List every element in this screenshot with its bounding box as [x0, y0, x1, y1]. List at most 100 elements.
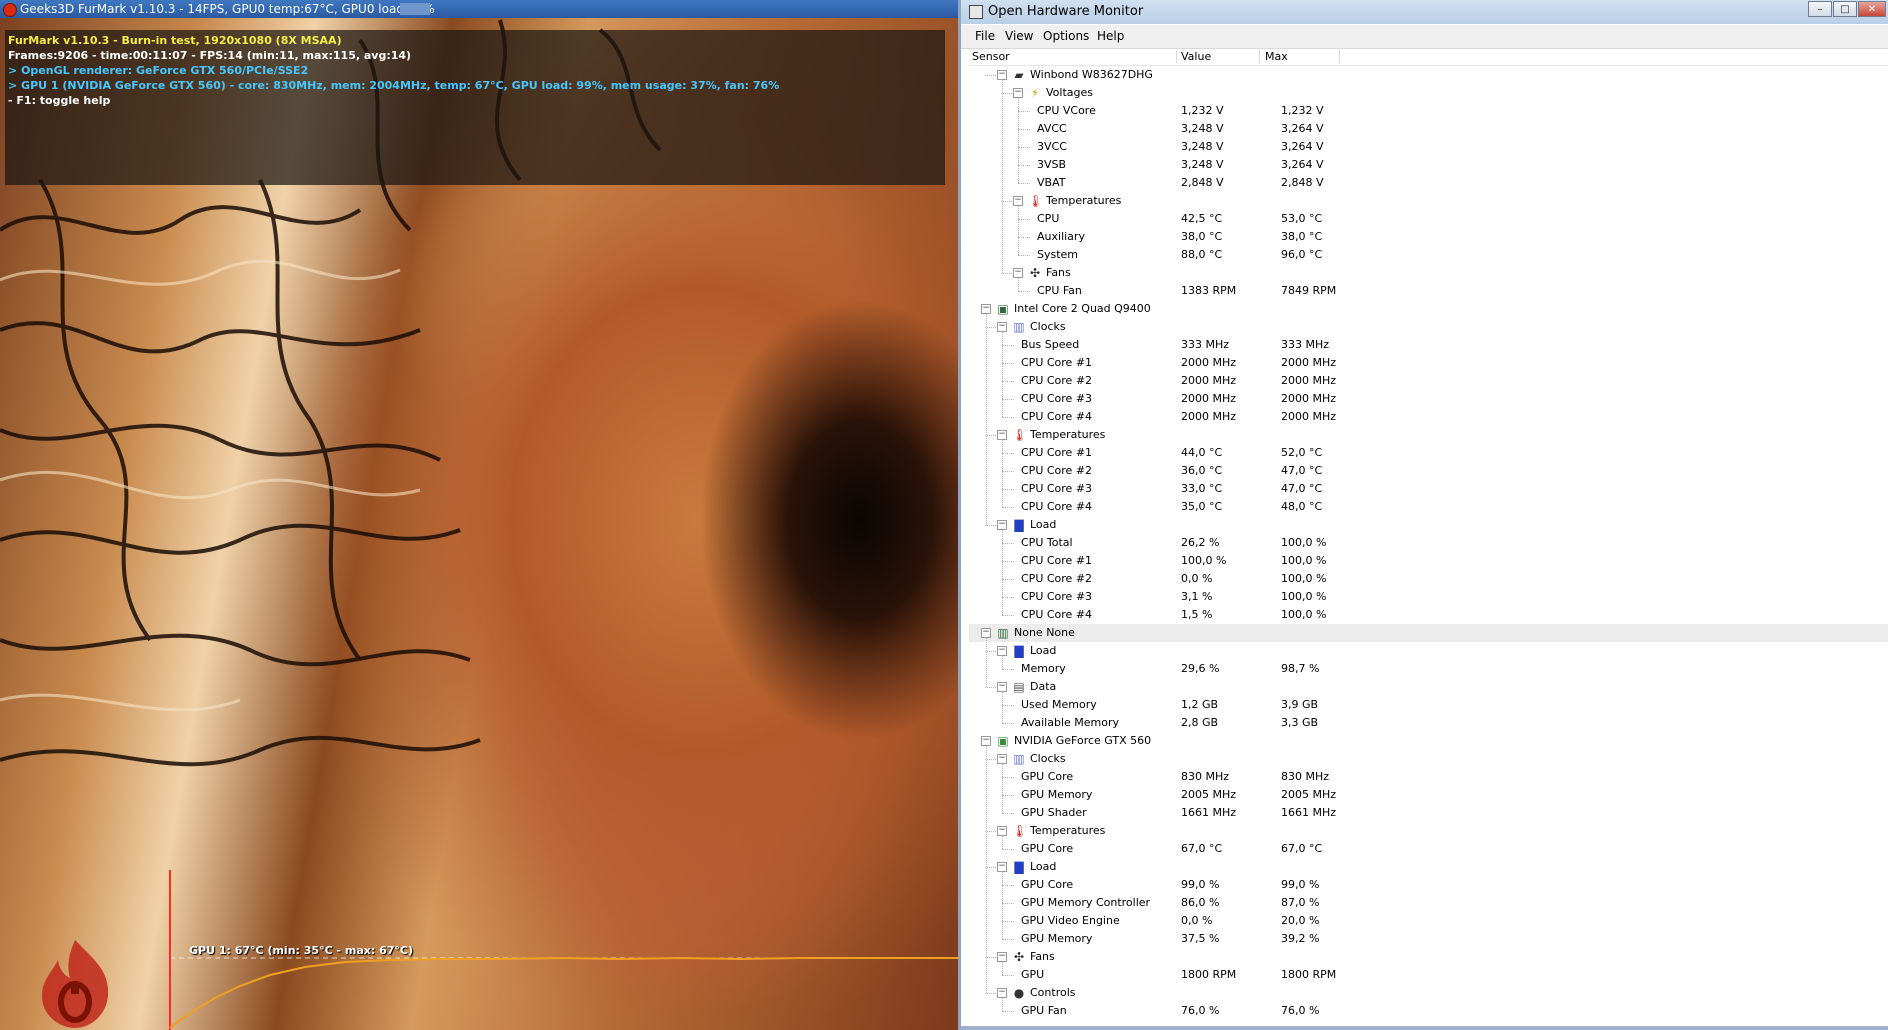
menu-options[interactable]: Options: [1043, 25, 1089, 48]
sensor-row[interactable]: CPU Core #4 2000 MHz 2000 MHz: [969, 408, 1888, 426]
thermometer-icon: 🌡: [1012, 824, 1028, 838]
sensor-row[interactable]: GPU Memory 2005 MHz 2005 MHz: [969, 786, 1888, 804]
collapse-toggle-icon[interactable]: −: [997, 322, 1007, 332]
sensor-row[interactable]: CPU Core #3 33,0 °C 47,0 °C: [969, 480, 1888, 498]
sensor-row[interactable]: GPU Core 830 MHz 830 MHz: [969, 768, 1888, 786]
sensor-max: 20,0 %: [1281, 914, 1320, 927]
sensor-label: Auxiliary: [1037, 230, 1085, 243]
menu-file[interactable]: File: [975, 25, 995, 48]
collapse-toggle-icon[interactable]: −: [997, 826, 1007, 836]
hardware-node[interactable]: − ▣ Intel Core 2 Quad Q9400: [969, 300, 1888, 318]
hardware-node[interactable]: − ▥ None None: [969, 624, 1888, 642]
sensor-row[interactable]: Memory 29,6 % 98,7 %: [969, 660, 1888, 678]
sensor-row[interactable]: GPU Video Engine 0,0 % 20,0 %: [969, 912, 1888, 930]
tree-guide: [1002, 692, 1003, 723]
ohm-window[interactable]: Open Hardware Monitor – □ ✕ File View Op…: [958, 0, 1888, 1030]
collapse-toggle-icon[interactable]: −: [997, 988, 1007, 998]
sensor-group-node[interactable]: − ✣ Fans: [969, 264, 1888, 282]
sensor-row[interactable]: AVCC 3,248 V 3,264 V: [969, 120, 1888, 138]
furmark-window[interactable]: Geeks3D FurMark v1.10.3 - 14FPS, GPU0 te…: [0, 0, 958, 1030]
sensor-row[interactable]: Used Memory 1,2 GB 3,9 GB: [969, 696, 1888, 714]
ram-icon: ▥: [997, 626, 1009, 640]
column-header-max[interactable]: Max: [1265, 48, 1288, 65]
sensor-group-node[interactable]: − 🌡 Temperatures: [969, 426, 1888, 444]
sensor-max: 2000 MHz: [1281, 374, 1337, 387]
collapse-toggle-icon[interactable]: −: [997, 70, 1007, 80]
sensor-row[interactable]: CPU Core #3 2000 MHz 2000 MHz: [969, 390, 1888, 408]
sensor-row[interactable]: CPU Core #2 2000 MHz 2000 MHz: [969, 372, 1888, 390]
collapse-toggle-icon[interactable]: −: [981, 304, 991, 314]
sensor-row[interactable]: 3VSB 3,248 V 3,264 V: [969, 156, 1888, 174]
collapse-toggle-icon[interactable]: −: [997, 430, 1007, 440]
sensor-row[interactable]: CPU Core #2 36,0 °C 47,0 °C: [969, 462, 1888, 480]
collapse-toggle-icon[interactable]: −: [997, 646, 1007, 656]
window-bottom-border: [961, 1026, 1888, 1030]
sensor-row[interactable]: System 88,0 °C 96,0 °C: [969, 246, 1888, 264]
sensor-row[interactable]: GPU Memory Controller 86,0 % 87,0 %: [969, 894, 1888, 912]
column-separator[interactable]: [1176, 50, 1177, 63]
sensor-row[interactable]: Auxiliary 38,0 °C 38,0 °C: [969, 228, 1888, 246]
sensor-row[interactable]: GPU Core 67,0 °C 67,0 °C: [969, 840, 1888, 858]
collapse-toggle-icon[interactable]: −: [981, 736, 991, 746]
sensor-value: 3,1 %: [1181, 590, 1213, 603]
sensor-row[interactable]: Bus Speed 333 MHz 333 MHz: [969, 336, 1888, 354]
sensor-row[interactable]: CPU Total 26,2 % 100,0 %: [969, 534, 1888, 552]
menu-view[interactable]: View: [1005, 25, 1033, 48]
collapse-toggle-icon[interactable]: −: [1013, 268, 1023, 278]
sensor-row[interactable]: CPU Core #3 3,1 % 100,0 %: [969, 588, 1888, 606]
sensor-group-node[interactable]: − ▤ Data: [969, 678, 1888, 696]
sensor-value: 1800 RPM: [1181, 968, 1237, 981]
maximize-button[interactable]: □: [1833, 1, 1857, 17]
menu-help[interactable]: Help: [1097, 25, 1124, 48]
collapse-toggle-icon[interactable]: −: [1013, 88, 1023, 98]
sensor-group-node[interactable]: − ▥ Clocks: [969, 318, 1888, 336]
sensor-label: None None: [1014, 626, 1075, 639]
sensor-row[interactable]: VBAT 2,848 V 2,848 V: [969, 174, 1888, 192]
sensor-row[interactable]: CPU Core #2 0,0 % 100,0 %: [969, 570, 1888, 588]
sensor-group-node[interactable]: − 🌡 Temperatures: [969, 822, 1888, 840]
sensor-row[interactable]: CPU Core #4 35,0 °C 48,0 °C: [969, 498, 1888, 516]
sensor-label: Load: [1030, 860, 1057, 873]
sensor-group-node[interactable]: − ▥ Clocks: [969, 750, 1888, 768]
sensor-row[interactable]: CPU Fan 1383 RPM 7849 RPM: [969, 282, 1888, 300]
ohm-titlebar[interactable]: Open Hardware Monitor – □ ✕: [961, 0, 1888, 24]
sensor-row[interactable]: CPU Core #4 1,5 % 100,0 %: [969, 606, 1888, 624]
sensor-value: 88,0 °C: [1181, 248, 1223, 261]
collapse-toggle-icon[interactable]: −: [997, 952, 1007, 962]
sensor-row[interactable]: GPU Fan 76,0 % 76,0 %: [969, 1002, 1888, 1020]
collapse-toggle-icon[interactable]: −: [997, 520, 1007, 530]
sensor-row[interactable]: GPU Memory 37,5 % 39,2 %: [969, 930, 1888, 948]
sensor-row[interactable]: 3VCC 3,248 V 3,264 V: [969, 138, 1888, 156]
sensor-group-node[interactable]: − ▇ Load: [969, 642, 1888, 660]
sensor-row[interactable]: CPU 42,5 °C 53,0 °C: [969, 210, 1888, 228]
minimize-button[interactable]: –: [1808, 1, 1832, 17]
sensor-group-node[interactable]: − ✣ Fans: [969, 948, 1888, 966]
column-header-value[interactable]: Value: [1181, 48, 1211, 65]
collapse-toggle-icon[interactable]: −: [981, 628, 991, 638]
sensor-group-node[interactable]: − ▇ Load: [969, 858, 1888, 876]
sensor-row[interactable]: GPU Shader 1661 MHz 1661 MHz: [969, 804, 1888, 822]
hardware-node[interactable]: − ▰ Winbond W83627DHG: [969, 66, 1888, 84]
column-separator[interactable]: [1259, 50, 1260, 63]
collapse-toggle-icon[interactable]: −: [997, 754, 1007, 764]
sensor-row[interactable]: CPU VCore 1,232 V 1,232 V: [969, 102, 1888, 120]
sensor-row[interactable]: CPU Core #1 2000 MHz 2000 MHz: [969, 354, 1888, 372]
sensor-row[interactable]: CPU Core #1 44,0 °C 52,0 °C: [969, 444, 1888, 462]
sensor-group-node[interactable]: − ▇ Load: [969, 516, 1888, 534]
sensor-row[interactable]: CPU Core #1 100,0 % 100,0 %: [969, 552, 1888, 570]
column-header-sensor[interactable]: Sensor: [972, 48, 1010, 65]
collapse-toggle-icon[interactable]: −: [1013, 196, 1023, 206]
column-separator[interactable]: [1339, 50, 1340, 63]
hardware-node[interactable]: − ▣ NVIDIA GeForce GTX 560: [969, 732, 1888, 750]
sensor-row[interactable]: Available Memory 2,8 GB 3,3 GB: [969, 714, 1888, 732]
sensor-group-node[interactable]: − ⚡ Voltages: [969, 84, 1888, 102]
sensor-group-node[interactable]: − ● Controls: [969, 984, 1888, 1002]
sensor-group-node[interactable]: − 🌡 Temperatures: [969, 192, 1888, 210]
sensor-row[interactable]: GPU 1800 RPM 1800 RPM: [969, 966, 1888, 984]
collapse-toggle-icon[interactable]: −: [997, 682, 1007, 692]
sensor-row[interactable]: GPU Core 99,0 % 99,0 %: [969, 876, 1888, 894]
collapse-toggle-icon[interactable]: −: [997, 862, 1007, 872]
furmark-titlebar[interactable]: Geeks3D FurMark v1.10.3 - 14FPS, GPU0 te…: [0, 0, 958, 18]
sensor-label: Bus Speed: [1021, 338, 1080, 351]
close-button[interactable]: ✕: [1858, 1, 1886, 17]
